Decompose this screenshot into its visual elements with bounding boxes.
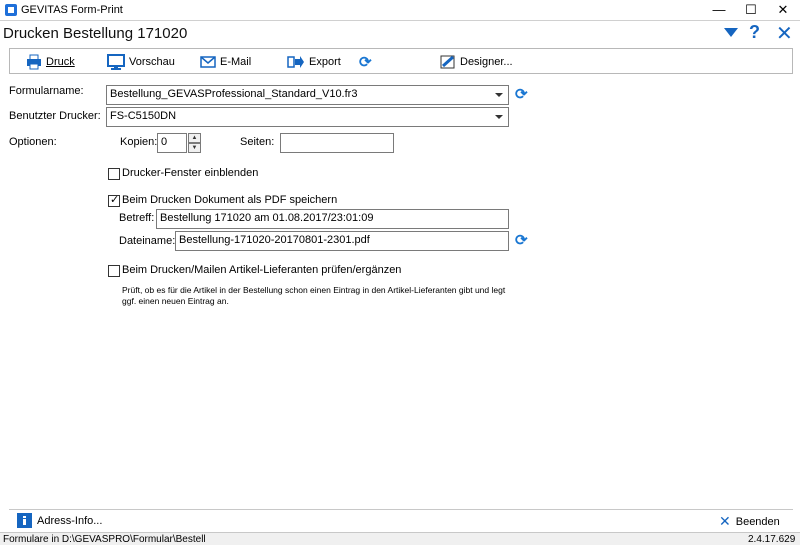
preview-label: Vorschau (129, 56, 175, 68)
copies-label: Kopien: (120, 136, 158, 148)
export-icon (287, 56, 304, 68)
monitor-icon (107, 54, 125, 70)
copies-down-button[interactable]: ▼ (188, 143, 201, 153)
printer-select[interactable]: FS-C5150DN (106, 107, 509, 127)
designer-icon (440, 55, 455, 69)
window-close-button[interactable]: ✕ (768, 0, 798, 20)
copies-up-button[interactable]: ▲ (188, 133, 201, 143)
maximize-button[interactable]: ☐ (736, 0, 766, 20)
show-printer-window-checkbox[interactable] (108, 168, 120, 180)
print-label: Druck (46, 56, 75, 68)
check-suppliers-help-line-1: Prüft, ob es für die Artikel in der Best… (122, 285, 506, 295)
status-bar: Formulare in D:\GEVASPRO\Formular\Bestel… (0, 532, 800, 545)
help-icon[interactable]: ? (749, 22, 760, 43)
bottom-bar: Adress-Info... ✕ Beenden (9, 509, 793, 532)
designer-button[interactable]: Designer... (440, 53, 513, 71)
check-suppliers-label[interactable]: Beim Drucken/Mailen Artikel-Lieferanten … (122, 264, 401, 276)
subject-label: Betreff: (119, 212, 155, 224)
address-info-label: Adress-Info... (37, 514, 103, 527)
printer-label: Benutzter Drucker: (9, 110, 101, 122)
printer-value: FS-C5150DN (110, 110, 177, 122)
print-button[interactable]: Druck (26, 53, 75, 71)
info-icon (17, 513, 32, 528)
show-printer-window-label[interactable]: Drucker-Fenster einblenden (122, 167, 258, 179)
check-suppliers-help-line-2: ggf. einen neuen Eintrag an. (122, 296, 229, 306)
copies-input[interactable]: 0 (157, 133, 187, 153)
email-button[interactable]: E-Mail (200, 53, 251, 71)
options-label: Optionen: (9, 136, 57, 148)
status-version: 2.4.17.629 (748, 534, 796, 545)
status-path: Formulare in D:\GEVASPRO\Formular\Bestel… (3, 534, 206, 545)
formularname-label: Formularname: (9, 85, 84, 97)
save-pdf-checkbox[interactable] (108, 193, 120, 207)
close-icon[interactable]: ✕ (776, 21, 793, 46)
designer-label: Designer... (460, 56, 513, 68)
export-button[interactable]: Export (287, 53, 341, 71)
window-titlebar: GEVITAS Form-Print — ☐ ✕ (0, 0, 800, 20)
subject-input[interactable]: Bestellung 171020 am 01.08.2017/23:01:09 (156, 209, 509, 229)
printer-icon (27, 54, 41, 70)
app-icon (5, 4, 17, 16)
filename-label: Dateiname: (119, 235, 176, 247)
chevron-down-icon[interactable] (724, 28, 738, 37)
address-info-button[interactable]: Adress-Info... (17, 513, 102, 528)
quit-label: Beenden (735, 515, 780, 528)
filename-refresh-icon[interactable]: ⟳ (515, 231, 528, 249)
formularname-refresh-icon[interactable]: ⟳ (515, 85, 528, 103)
combo-arrow-icon (495, 93, 503, 97)
close-icon: ✕ (719, 513, 731, 529)
refresh-icon: ⟳ (359, 54, 372, 71)
quit-button[interactable]: ✕ Beenden (719, 513, 780, 530)
pages-input[interactable] (280, 133, 394, 153)
formularname-select[interactable]: Bestellung_GEVASProfessional_Standard_V1… (106, 85, 509, 105)
toolbar: Druck Vorschau E-Mail Export ⟳ Designer.… (9, 48, 793, 74)
export-label: Export (309, 56, 341, 68)
refresh-button[interactable]: ⟳ (359, 53, 372, 71)
formularname-value: Bestellung_GEVASProfessional_Standard_V1… (110, 88, 358, 100)
pages-label: Seiten: (240, 136, 275, 148)
header-bar: Drucken Bestellung 171020 ? ✕ (0, 20, 800, 46)
save-pdf-label[interactable]: Beim Drucken Dokument als PDF speichern (122, 194, 337, 206)
page-title: Drucken Bestellung 171020 (3, 25, 188, 42)
check-suppliers-checkbox[interactable] (108, 265, 120, 277)
preview-button[interactable]: Vorschau (107, 53, 175, 71)
minimize-button[interactable]: — (704, 0, 734, 20)
filename-input[interactable]: Bestellung-171020-20170801-2301.pdf (175, 231, 509, 251)
envelope-icon (200, 56, 216, 68)
combo-arrow-icon (495, 115, 503, 119)
email-label: E-Mail (220, 56, 252, 68)
app-title: GEVITAS Form-Print (21, 4, 123, 16)
